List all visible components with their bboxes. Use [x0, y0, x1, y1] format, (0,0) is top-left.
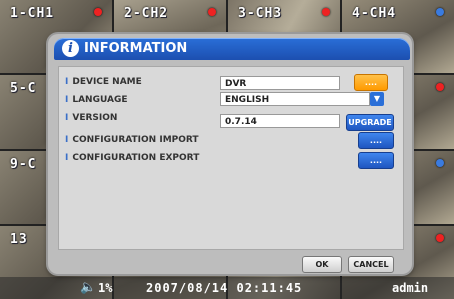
ok-button[interactable]: OK	[302, 256, 342, 273]
record-indicator	[436, 233, 444, 242]
config-export-row: I CONFIGURATION EXPORT	[65, 153, 200, 163]
camera-label: 2-CH2	[124, 6, 169, 21]
camera-label: 9-C	[10, 156, 37, 172]
status-bar: 🔈 1% 2007/08/14 02:11:45 admin	[0, 277, 454, 299]
speaker-icon[interactable]: 🔈	[80, 280, 96, 295]
datetime-display: 2007/08/14 02:11:45	[146, 281, 303, 295]
cancel-button[interactable]: CANCEL	[348, 256, 394, 273]
record-indicator	[436, 83, 444, 92]
config-import-row: I CONFIGURATION IMPORT	[65, 135, 199, 145]
record-indicator	[436, 8, 444, 16]
upgrade-button[interactable]: UPGRADE	[346, 114, 394, 131]
config-import-label: CONFIGURATION IMPORT	[72, 135, 199, 145]
record-indicator	[208, 8, 216, 16]
config-import-button[interactable]: ....	[358, 132, 394, 149]
device-name-row: I DEVICE NAME	[65, 77, 142, 87]
record-indicator	[436, 158, 444, 167]
device-name-field[interactable]: DVR	[220, 76, 340, 90]
camera-label: 13	[10, 231, 28, 247]
camera-label: 3-CH3	[238, 6, 283, 21]
language-select[interactable]: ENGLISH	[220, 92, 370, 106]
camera-label: 5-C	[10, 81, 37, 97]
current-user: admin	[392, 281, 429, 295]
camera-label: 4-CH4	[352, 6, 397, 21]
version-row: I VERSION	[65, 113, 118, 123]
volume-level: 1%	[98, 281, 113, 295]
version-field: 0.7.14	[220, 114, 340, 128]
language-label: LANGUAGE	[72, 95, 128, 105]
version-label: VERSION	[72, 113, 118, 123]
dialog-title: INFORMATION	[84, 41, 188, 56]
device-name-label: DEVICE NAME	[72, 77, 142, 87]
language-row: I LANGUAGE	[65, 95, 128, 105]
record-indicator	[94, 8, 102, 16]
chevron-down-icon[interactable]: ▼	[370, 92, 384, 106]
information-dialog: i INFORMATION I DEVICE NAME I LANGUAGE I VE…	[48, 34, 412, 274]
dialog-titlebar: i INFORMATION	[54, 38, 410, 60]
config-export-label: CONFIGURATION EXPORT	[72, 153, 200, 163]
camera-label: 1-CH1	[10, 6, 55, 21]
device-name-edit-button[interactable]: ....	[354, 74, 388, 91]
info-icon: i	[62, 40, 79, 57]
config-export-button[interactable]: ....	[358, 152, 394, 169]
record-indicator	[322, 8, 330, 16]
